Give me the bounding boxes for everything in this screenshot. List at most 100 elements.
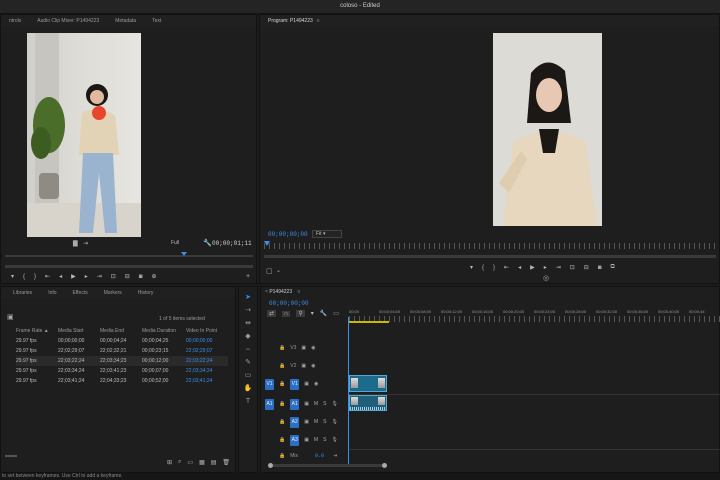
source-drag-icon[interactable]: ⇥ — [83, 240, 88, 247]
table-row[interactable]: 29.97 fps 22;02;29;07 22;02;32;21 00;00;… — [16, 346, 228, 356]
table-row[interactable]: 29.97 fps 00;00;00;00 00;00;04;24 00;00;… — [16, 336, 228, 346]
tab-history[interactable]: History — [130, 290, 162, 296]
solo-button[interactable]: S — [323, 437, 326, 443]
track-a3-target[interactable]: A3 — [290, 434, 300, 446]
insert-icon[interactable]: ⊡ — [111, 273, 116, 280]
go-to-in-icon[interactable]: ⇤ — [504, 264, 509, 271]
clear-icon[interactable]: ▤ — [211, 459, 217, 466]
table-row[interactable]: 29.97 fps 22;03;34;24 22;03;41;23 00;00;… — [16, 366, 228, 376]
track-a2-target[interactable]: A2 — [290, 416, 300, 428]
settings-icon[interactable]: ⊕ — [151, 273, 156, 280]
mark-out-icon[interactable]: } — [34, 274, 36, 280]
tab-program[interactable]: Program: P1494223 ≡ — [260, 18, 328, 24]
timeline-tab[interactable]: × P1494223 ≡ — [265, 289, 300, 295]
source-add-button-icon[interactable]: + — [246, 273, 250, 280]
step-forward-icon[interactable]: ▸ — [85, 273, 88, 280]
sync-lock-icon[interactable]: ▣ — [304, 437, 309, 443]
source-timeline-bar[interactable] — [5, 265, 253, 268]
program-video-frame[interactable] — [493, 33, 602, 226]
mix-value[interactable]: 0.0 — [315, 453, 324, 459]
selection-tool-icon[interactable]: ➤ — [243, 293, 253, 303]
track-select-tool-icon[interactable]: ⇢ — [243, 306, 253, 316]
solo-button[interactable]: S — [323, 401, 326, 407]
sync-lock-icon[interactable]: ▣ — [301, 345, 306, 351]
col-media-end[interactable]: Media End — [100, 326, 142, 336]
source-insert-icon[interactable]: ▇ — [73, 240, 78, 247]
source-video-frame[interactable] — [27, 33, 141, 237]
lock-icon[interactable]: 🔒 — [279, 401, 285, 407]
track-a1-target[interactable]: A1 — [290, 398, 300, 410]
sync-lock-icon[interactable]: ▣ — [304, 401, 309, 407]
tab-effect-controls[interactable]: ntrols — [1, 18, 29, 24]
mark-in-icon[interactable]: { — [23, 274, 25, 280]
col-frame-rate[interactable]: Frame Rate ▲ — [16, 326, 58, 336]
add-marker-icon[interactable]: ▾ — [470, 264, 473, 271]
source-playhead-marker[interactable] — [181, 252, 187, 256]
mic-icon[interactable]: 🎙 — [331, 437, 337, 443]
program-time-ruler[interactable] — [264, 243, 716, 249]
table-row-selected[interactable]: 29.97 fps 22;03;22;24 22;03;34;23 00;00;… — [16, 356, 228, 366]
export-frame-icon[interactable]: ◙ — [139, 274, 143, 280]
col-media-duration[interactable]: Media Duration — [142, 326, 186, 336]
timeline-ruler[interactable]: 00;00 00;00;04;00 00;00;08;00 00;00;12;0… — [349, 309, 720, 323]
program-chevron-down-icon[interactable]: ⌄ — [276, 267, 281, 274]
work-area-bar[interactable] — [349, 321, 389, 323]
rectangle-tool-icon[interactable]: ▭ — [243, 371, 253, 381]
source-timecode[interactable]: 00;00;01;11 — [212, 240, 252, 247]
snap-icon[interactable]: ∩ — [282, 310, 291, 317]
project-scrollbar[interactable] — [5, 455, 17, 457]
linked-selection-icon[interactable]: ⚲ — [296, 310, 305, 317]
go-to-out-icon[interactable]: ⇥ — [556, 264, 561, 271]
mark-in-icon[interactable]: { — [482, 265, 484, 271]
source-zoom-bar[interactable] — [5, 255, 253, 257]
program-timeline-bar[interactable] — [264, 255, 716, 258]
lift-icon[interactable]: ⊡ — [570, 264, 575, 271]
lock-icon[interactable]: 🔒 — [279, 453, 285, 459]
timeline-zoom-scrollbar[interactable] — [269, 464, 385, 467]
export-frame-icon[interactable]: ◙ — [598, 265, 602, 271]
program-safe-margins-icon[interactable]: ▢ — [266, 267, 273, 275]
sync-lock-icon[interactable]: ▣ — [304, 381, 309, 387]
lock-icon[interactable]: 🔒 — [279, 381, 285, 387]
solo-button[interactable]: S — [323, 419, 326, 425]
mic-icon[interactable]: 🎙 — [331, 419, 337, 425]
step-back-icon[interactable]: ◂ — [518, 264, 521, 271]
tab-audio-clip-mixer[interactable]: Audio Clip Mixer: P1494223 — [29, 18, 107, 24]
go-to-end-icon[interactable]: ⇥ — [333, 453, 337, 459]
timeline-settings-icon[interactable]: 🔧 — [320, 310, 327, 317]
tab-metadata[interactable]: Metadata — [107, 18, 144, 24]
find-icon[interactable]: ⌕ — [178, 459, 181, 466]
mute-button[interactable]: M — [314, 419, 318, 425]
go-to-out-icon[interactable]: ⇥ — [97, 273, 102, 280]
captions-icon[interactable]: ▭ — [333, 310, 339, 317]
overwrite-icon[interactable]: ⊟ — [125, 273, 130, 280]
program-vr-icon[interactable]: ◎ — [543, 274, 549, 282]
program-timecode[interactable]: 00;00;00;00 — [268, 231, 308, 238]
audio-clip[interactable] — [349, 395, 387, 411]
tab-info[interactable]: Info — [40, 290, 64, 296]
col-video-in-point[interactable]: Video In Point — [186, 326, 228, 336]
razor-tool-icon[interactable]: ◆ — [243, 332, 253, 342]
sync-lock-icon[interactable]: ▣ — [301, 363, 306, 369]
comparison-view-icon[interactable]: ⧉ — [610, 264, 614, 271]
tab-markers[interactable]: Markers — [96, 290, 130, 296]
pen-tool-icon[interactable]: ✎ — [243, 358, 253, 368]
source-settings-icon[interactable]: 🔧 — [203, 239, 212, 247]
tab-effects[interactable]: Effects — [65, 290, 96, 296]
program-playhead-marker[interactable] — [264, 241, 270, 246]
cell-video-in-point[interactable]: 00;00;00;00 — [186, 336, 228, 346]
go-to-in-icon[interactable]: ⇤ — [45, 273, 50, 280]
extract-icon[interactable]: ⊟ — [584, 264, 589, 271]
sync-lock-icon[interactable]: ▣ — [304, 419, 309, 425]
tab-text[interactable]: Text — [144, 18, 169, 24]
trash-icon[interactable]: 🗑 — [222, 459, 230, 466]
cell-video-in-point[interactable]: 22;03;22;24 — [186, 356, 228, 366]
lock-icon[interactable]: 🔒 — [279, 345, 285, 351]
col-media-start[interactable]: Media Start — [58, 326, 100, 336]
mute-button[interactable]: M — [314, 401, 318, 407]
lock-icon[interactable]: 🔒 — [279, 437, 285, 443]
program-zoom-select[interactable]: Fit ▾ — [312, 230, 342, 238]
program-menu-icon[interactable]: ≡ — [317, 18, 320, 24]
timeline-menu-icon[interactable]: ≡ — [298, 289, 301, 295]
step-back-icon[interactable]: ◂ — [59, 273, 62, 280]
